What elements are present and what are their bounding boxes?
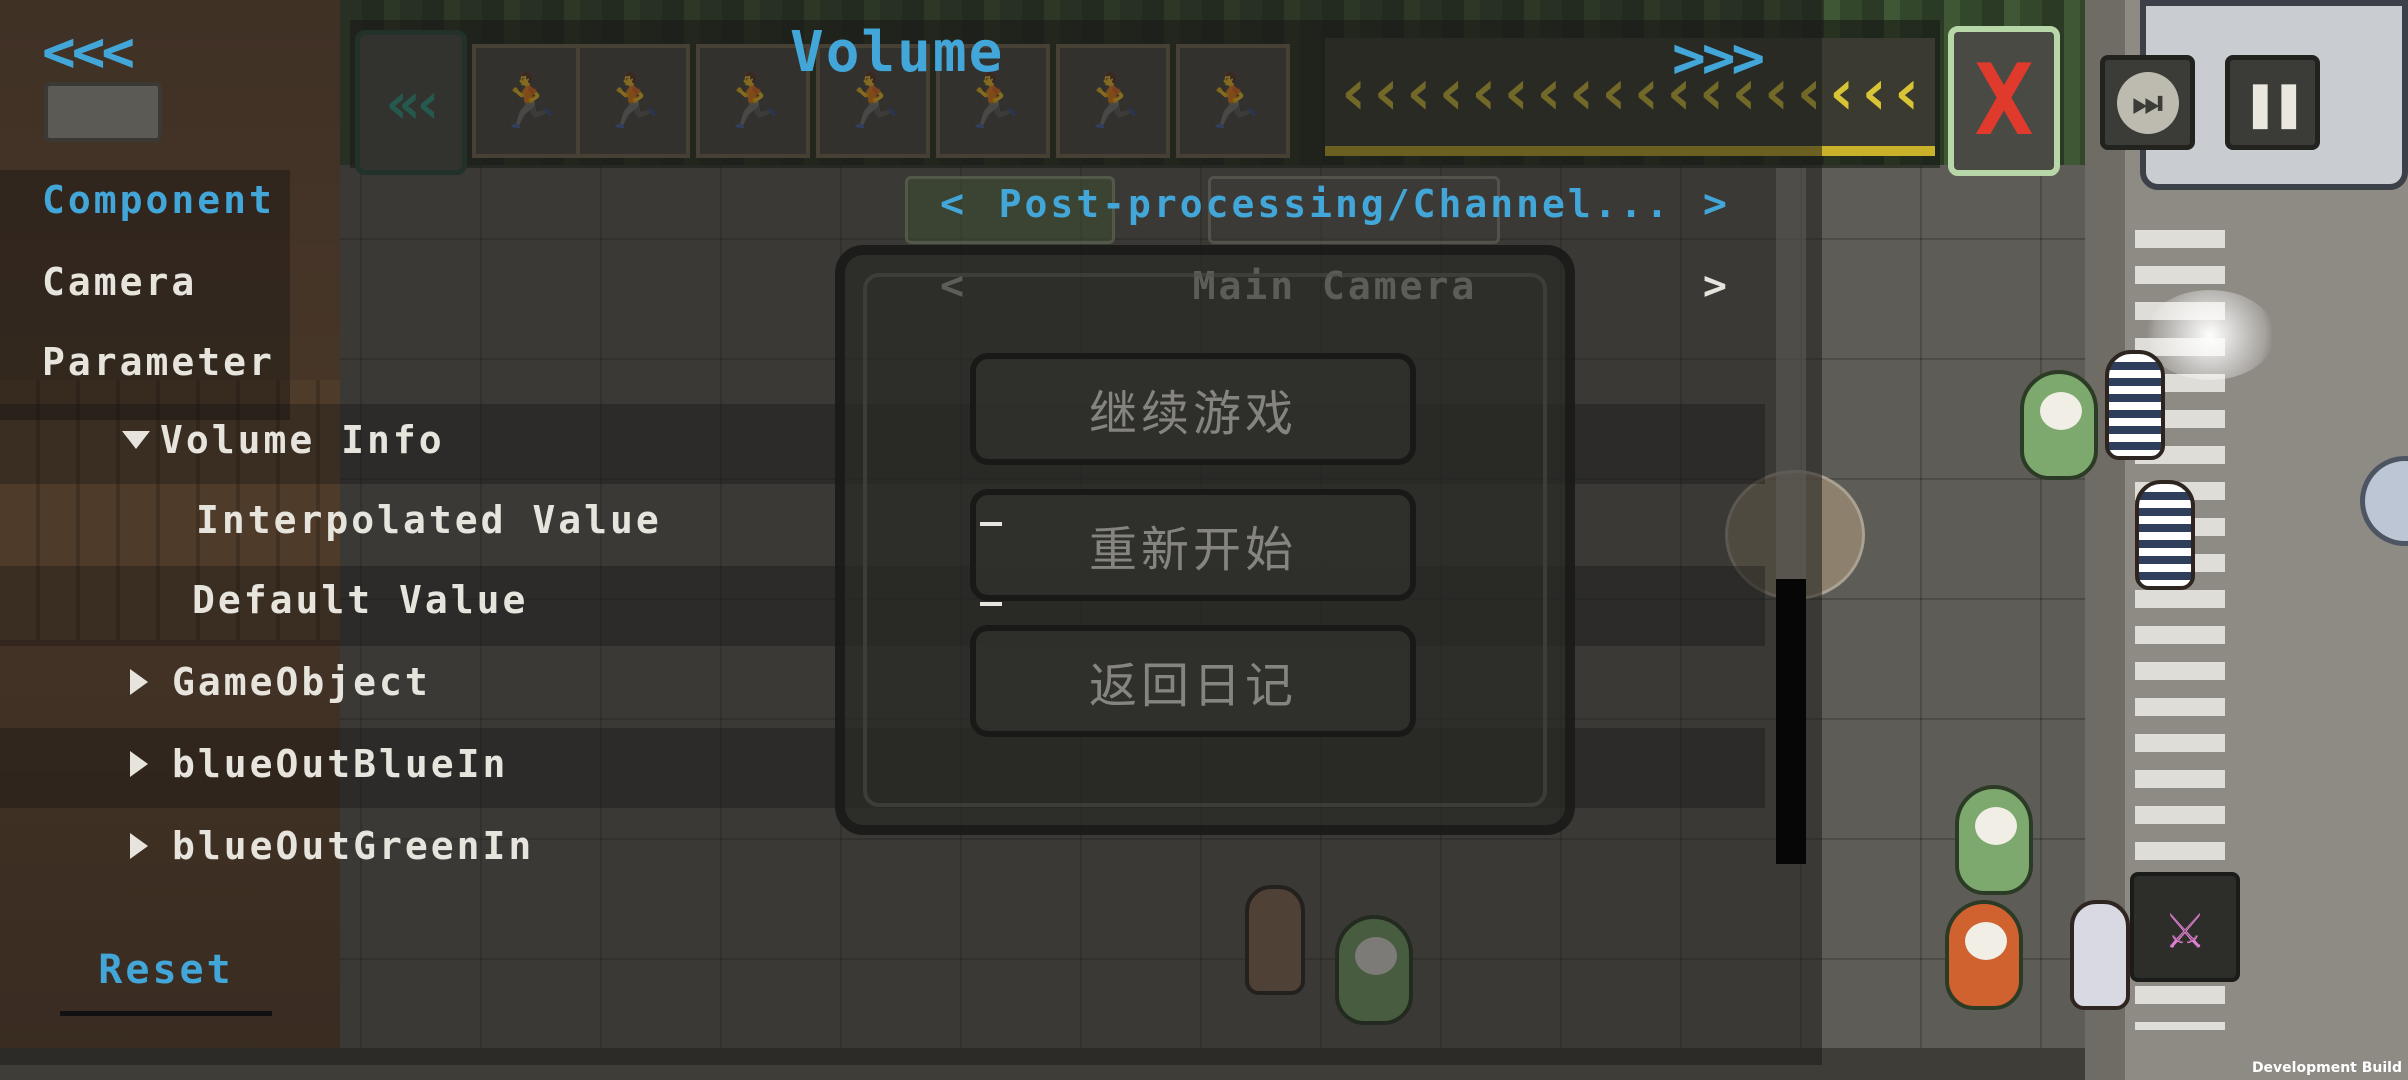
component-selector: < Post-processing/Channel... > (940, 176, 1730, 232)
tree-interpolated-value: Interpolated Value (196, 498, 662, 542)
reset-button[interactable]: Reset (60, 928, 272, 1016)
tree-default-value: Default Value (192, 578, 528, 622)
striped-survivor (2105, 350, 2165, 460)
development-build-label: Development Build (2251, 1060, 2402, 1076)
expanded-triangle-icon (122, 431, 150, 449)
restart-button[interactable]: 重新开始 (970, 489, 1416, 601)
close-icon: X (1974, 44, 2034, 158)
camera-next-button[interactable]: > (1703, 263, 1730, 309)
return-to-diary-button[interactable]: 返回日记 (970, 625, 1416, 737)
pause-menu: 继续游戏 重新开始 返回日记 (835, 245, 1575, 835)
tree-interpolated-value-label: Interpolated Value (196, 498, 662, 542)
interpolated-value-readout (980, 522, 1002, 526)
tree-blue-out-blue-in-label: blueOutBlueIn (172, 742, 509, 786)
skip-forward-icon: ⏭ (2116, 71, 2179, 134)
default-value-readout (980, 602, 1002, 606)
tree-blue-out-blue-in[interactable]: blueOutBlueIn (130, 742, 508, 786)
continue-game-button[interactable]: 继续游戏 (970, 353, 1416, 465)
debug-forward-button[interactable]: >>> (1672, 26, 1765, 91)
pause-button[interactable]: ❚❚ (2225, 55, 2320, 150)
skip-button[interactable]: ⏭ (2100, 55, 2195, 150)
green-creature-burning (1945, 900, 2023, 1010)
tree-blue-out-green-in-label: blueOutGreenIn (172, 824, 535, 868)
collapsed-triangle-icon (130, 669, 148, 695)
sword-icon: ⚔ (2165, 890, 2205, 964)
debug-title: Volume (790, 20, 1005, 85)
tab-camera[interactable]: Camera (42, 260, 197, 304)
pause-icon: ❚❚ (2243, 71, 2305, 134)
close-button[interactable]: X (1948, 26, 2060, 176)
component-next-button[interactable]: > (1703, 181, 1730, 227)
weapon-slot[interactable]: ⚔ (2130, 872, 2240, 982)
component-prev-button[interactable]: < (940, 181, 967, 227)
tree-blue-out-green-in[interactable]: blueOutGreenIn (130, 824, 534, 868)
tree-gameobject-label: GameObject (172, 660, 431, 704)
debug-scrollbar-thumb[interactable] (1776, 579, 1806, 864)
tree-default-value-label: Default Value (192, 578, 529, 622)
debug-back-button[interactable]: <<< (42, 22, 135, 84)
striped-survivor (2135, 480, 2195, 590)
tree-volume-info[interactable]: Volume Info (122, 418, 445, 462)
nurse-survivor (2070, 900, 2130, 1010)
green-creature (1955, 785, 2033, 895)
collapsed-triangle-icon (130, 751, 148, 777)
tree-volume-info-label: Volume Info (160, 418, 445, 462)
collapsed-triangle-icon (130, 833, 148, 859)
tab-component[interactable]: Component (42, 178, 275, 222)
game-screen: ⚔ «‹ 🏃 🏃 🏃 🏃 🏃 🏃 🏃 ‹‹‹‹‹‹‹‹‹‹‹‹‹‹‹‹‹‹ X … (0, 0, 2408, 1080)
car-icon (44, 82, 162, 142)
tab-parameter[interactable]: Parameter (42, 340, 275, 384)
tree-gameobject[interactable]: GameObject (130, 660, 431, 704)
component-selector-value: Post-processing/Channel... (998, 182, 1672, 226)
muzzle-flash (2145, 290, 2275, 380)
green-creature (2020, 370, 2098, 480)
